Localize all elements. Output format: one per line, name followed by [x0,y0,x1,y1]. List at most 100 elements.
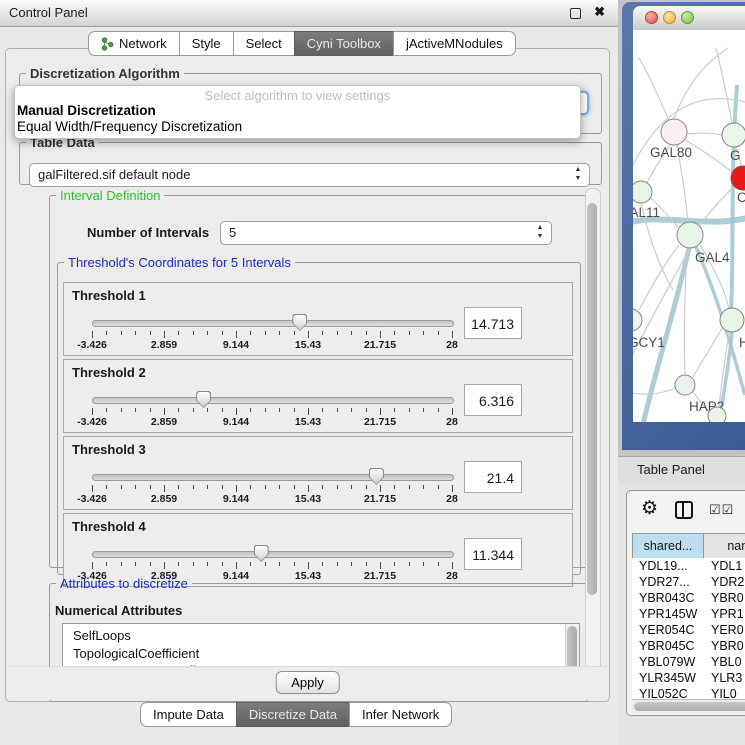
table-cell[interactable]: YBL079W [632,654,704,670]
combo-stepper-icon[interactable]: ▲▼ [533,223,547,243]
table-cell[interactable]: YPR1 [704,606,745,622]
network-edge[interactable] [716,48,732,123]
table-cell[interactable]: YER054C [632,622,704,638]
scrollbar-thumb[interactable] [587,203,597,595]
table-row[interactable]: YDL19...YDL1 [632,558,745,574]
network-view[interactable]: GAL80GCGAL11GAL4GCY1HHAP2 [633,30,745,422]
table-cell[interactable]: YIL052C [632,686,704,699]
network-edge[interactable] [639,58,669,121]
slider-track[interactable] [92,551,454,558]
attribute-list-item[interactable]: TopologicalCoefficient [73,645,579,663]
network-node-gcy1[interactable] [633,309,642,331]
network-node-gal11[interactable] [633,181,652,203]
tab-label: Select [246,32,282,55]
combo-stepper-icon[interactable]: ▲▼ [571,165,585,185]
table-row[interactable]: YIL052CYIL0 [632,686,745,699]
table-cell[interactable]: YBR0 [704,590,745,606]
column-header-1[interactable]: name [703,533,745,559]
slider-track[interactable] [92,474,454,481]
threshold-value-box[interactable]: 14.713 [464,307,522,339]
network-node[interactable] [708,407,726,422]
network-edge[interactable] [687,133,722,135]
network-node-h[interactable] [720,308,744,332]
network-graph[interactable]: GAL80GCGAL11GAL4GCY1HHAP2 [633,30,745,422]
table-row[interactable]: YBL079WYBL0 [632,654,745,670]
table-cell[interactable]: YDR27... [632,574,704,590]
mac-minimize-icon[interactable] [663,11,676,24]
slider-handle[interactable] [369,468,384,485]
network-node-g[interactable] [722,123,745,147]
algorithm-option[interactable]: Equal Width/Frequency Discretization [15,119,580,135]
tab-select[interactable]: Select [233,31,295,56]
tab-network[interactable]: Network [88,31,180,56]
network-icon [101,37,114,51]
table-row[interactable]: YBR043CYBR0 [632,590,745,606]
table-data-combobox-value: galFiltered.sif default node [38,167,190,182]
table-row[interactable]: YER054CYER0 [632,622,745,638]
apply-button[interactable]: Apply [275,671,340,694]
threshold-value-box[interactable]: 11.344 [464,538,522,570]
table-cell[interactable]: YBR045C [632,638,704,654]
algorithm-option[interactable]: Manual Discretization [15,103,580,119]
table-cell[interactable]: YBR0 [704,638,745,654]
table-cell[interactable]: YLR345W [632,670,704,686]
table-cell[interactable]: YBR043C [632,590,704,606]
scrollbar-thumb[interactable] [567,626,577,670]
table-cell[interactable]: YLR3 [704,670,745,686]
table-cell[interactable]: YDL1 [704,558,745,574]
slider-handle[interactable] [196,391,211,408]
tab-impute-data[interactable]: Impute Data [140,702,237,727]
mac-zoom-icon[interactable] [681,11,694,24]
table-row[interactable]: YBR045CYBR0 [632,638,745,654]
table-cell[interactable]: YBL0 [704,654,745,670]
column-header-0[interactable]: shared... [632,533,704,559]
cyni-mode-tabs: Impute DataDiscretize DataInfer Network [140,702,452,727]
tick-label: 28 [446,339,458,351]
close-icon[interactable]: ✖ [594,4,605,20]
tab-discretize-data[interactable]: Discretize Data [236,702,350,727]
select-checkboxes-icon[interactable]: ☑☑ [709,502,734,518]
panel-vertical-scrollbar[interactable] [585,188,601,696]
table-row[interactable]: YLR345WYLR3 [632,670,745,686]
number-of-intervals-combobox[interactable]: 5 ▲▼ [220,221,552,245]
gear-icon[interactable]: ⚙ [641,497,658,520]
thresholds-group: Threshold's Coordinates for 5 Intervals … [57,255,581,575]
slider-track[interactable] [92,397,454,404]
table-cell[interactable]: YIL0 [704,686,745,699]
network-node-hap2[interactable] [675,375,695,395]
scrollbar-thumb[interactable] [634,702,745,711]
slider-track[interactable] [92,320,454,327]
tab-cyni-toolbox[interactable]: Cyni Toolbox [294,31,394,56]
threshold-value-box[interactable]: 6.316 [464,384,522,416]
table-cell[interactable]: YPR145W [632,606,704,622]
table-row[interactable]: YPR145WYPR1 [632,606,745,622]
slider-handle[interactable] [254,545,269,562]
network-edge[interactable] [633,388,676,394]
column-view-icon[interactable] [675,501,693,519]
tab-style[interactable]: Style [179,31,234,56]
float-window-icon[interactable] [570,8,581,19]
table-row[interactable]: YDR27...YDR2 [632,574,745,590]
network-node-gal80[interactable] [661,119,687,145]
slider-handle[interactable] [292,314,307,331]
mac-close-icon[interactable] [645,11,658,24]
tick-label: 15.43 [295,416,321,428]
tab-jactivemnodules[interactable]: jActiveMNodules [393,31,516,56]
tab-label: jActiveMNodules [406,32,503,55]
network-edge[interactable] [693,327,723,377]
network-edge[interactable] [639,245,679,310]
threshold-panel: Threshold 1-3.4262.8599.14415.4321.71528… [63,282,573,356]
network-node-gal4[interactable] [677,222,703,248]
tab-infer-network[interactable]: Infer Network [349,702,452,727]
network-edge[interactable] [685,140,732,172]
table-data-combobox[interactable]: galFiltered.sif default node ▲▼ [29,163,590,187]
table-cell[interactable]: YER0 [704,622,745,638]
threshold-list: Threshold 1-3.4262.8599.14415.4321.71528… [63,282,573,590]
attribute-list-item[interactable]: SelfLoops [73,627,579,645]
control-panel-tabs: NetworkStyle Select Cyni Toolbox jActiveMNo… [88,31,516,56]
table-horizontal-scrollbar[interactable] [632,699,745,713]
threshold-value-box[interactable]: 21.4 [464,461,522,493]
table-cell[interactable]: YDR2 [704,574,745,590]
table-cell[interactable]: YDL19... [632,558,704,574]
tick-label: 21.715 [364,493,396,505]
